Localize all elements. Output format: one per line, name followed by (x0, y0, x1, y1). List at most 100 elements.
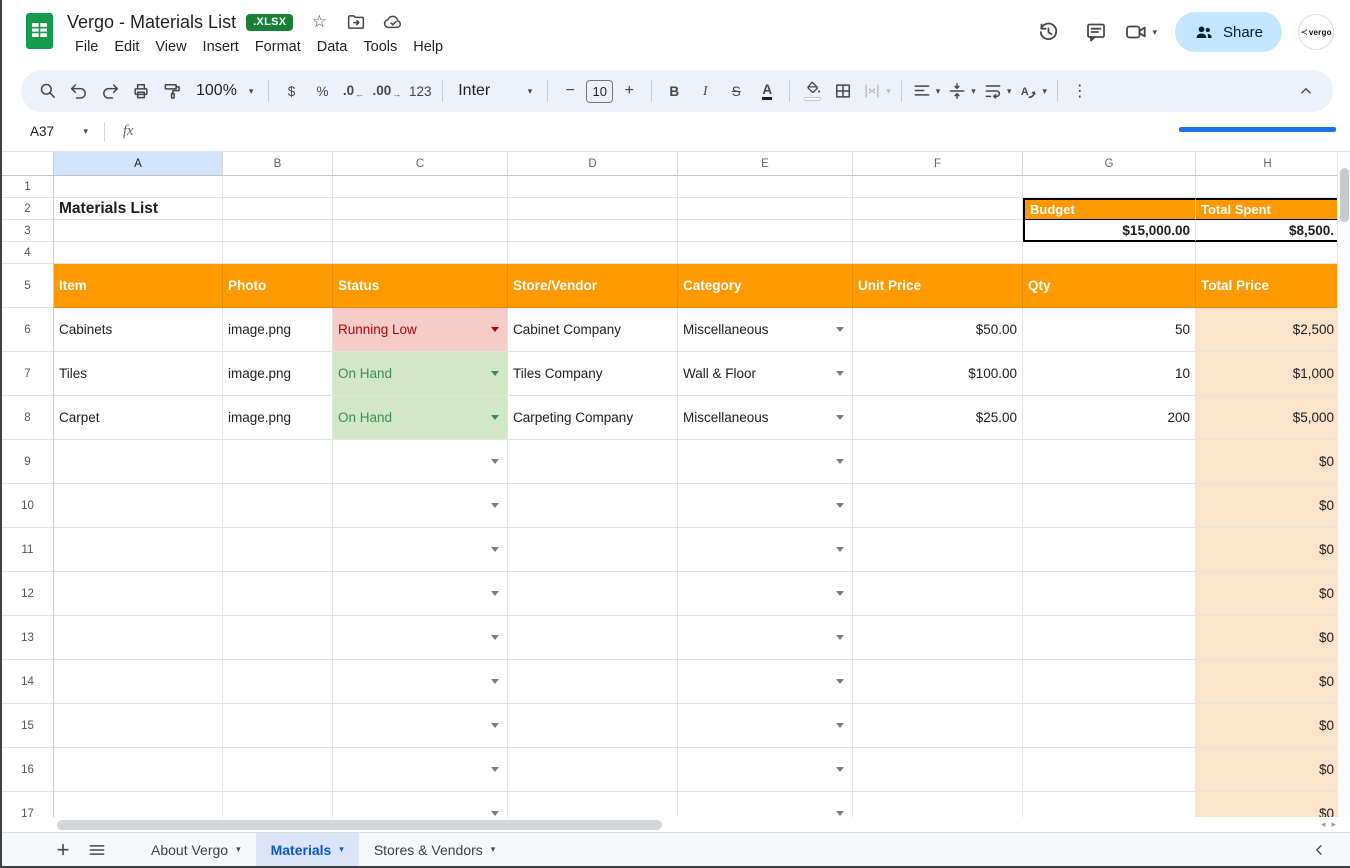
cell-F1[interactable] (853, 176, 1023, 198)
horizontal-scrollbar[interactable]: ◂ ▸ (2, 817, 1339, 832)
cell-H12[interactable]: $0 (1196, 572, 1339, 616)
cell-D7[interactable]: Tiles Company (508, 352, 678, 396)
cell-B2[interactable] (223, 198, 333, 220)
menu-item-data[interactable]: Data (309, 37, 356, 57)
cell-D6[interactable]: Cabinet Company (508, 308, 678, 352)
add-sheet-icon[interactable]: + (46, 833, 80, 867)
horizontal-scrollbar-thumb[interactable] (57, 820, 662, 830)
cell-H16[interactable]: $0 (1196, 748, 1339, 792)
cell-D13[interactable] (508, 616, 678, 660)
decrease-decimal-button[interactable]: .0← (338, 76, 368, 106)
meet-video-button[interactable]: ▾ (1124, 20, 1157, 44)
cell-G16[interactable] (1023, 748, 1196, 792)
cell-H8[interactable]: $5,000 (1196, 396, 1339, 440)
dropdown-arrow-icon[interactable] (491, 503, 499, 508)
increase-font-size-button[interactable]: + (614, 76, 644, 106)
cell-C4[interactable] (333, 242, 508, 264)
cell-H15[interactable]: $0 (1196, 704, 1339, 748)
cell-B3[interactable] (223, 220, 333, 242)
cell-B11[interactable] (223, 528, 333, 572)
cell-F10[interactable] (853, 484, 1023, 528)
dropdown-arrow-icon[interactable] (491, 767, 499, 772)
cell-A12[interactable] (54, 572, 223, 616)
cell-A16[interactable] (54, 748, 223, 792)
move-folder-icon[interactable] (345, 11, 367, 33)
menu-item-edit[interactable]: Edit (106, 37, 147, 57)
cell-E11[interactable] (678, 528, 853, 572)
dropdown-arrow-icon[interactable] (836, 811, 844, 816)
cell-F6[interactable]: $50.00 (853, 308, 1023, 352)
cell-E4[interactable] (678, 242, 853, 264)
account-avatar[interactable]: ≺ vergo (1298, 14, 1334, 50)
dropdown-arrow-icon[interactable] (491, 459, 499, 464)
cell-H4[interactable] (1196, 242, 1339, 264)
cell-D15[interactable] (508, 704, 678, 748)
cell-D17[interactable] (508, 792, 678, 817)
dropdown-arrow-icon[interactable] (836, 635, 844, 640)
dropdown-arrow-icon[interactable] (836, 503, 844, 508)
cell-G14[interactable] (1023, 660, 1196, 704)
vertical-align-icon[interactable]: ▾ (944, 76, 979, 106)
cell-G11[interactable] (1023, 528, 1196, 572)
row-header-15[interactable]: 15 (2, 704, 54, 748)
vertical-scrollbar-thumb[interactable] (1340, 168, 1349, 222)
row-header-7[interactable]: 7 (2, 352, 54, 396)
column-header-B[interactable]: B (223, 152, 333, 176)
row-header-11[interactable]: 11 (2, 528, 54, 572)
cell-A2[interactable]: Materials List (54, 198, 223, 220)
cell-C17[interactable] (333, 792, 508, 817)
cell-C8[interactable]: On Hand (333, 396, 508, 440)
cell-C3[interactable] (333, 220, 508, 242)
row-header-8[interactable]: 8 (2, 396, 54, 440)
cell-H7[interactable]: $1,000 (1196, 352, 1339, 396)
cell-H9[interactable]: $0 (1196, 440, 1339, 484)
cell-C14[interactable] (333, 660, 508, 704)
cell-C9[interactable] (333, 440, 508, 484)
menu-item-file[interactable]: File (67, 37, 106, 57)
cell-F11[interactable] (853, 528, 1023, 572)
format-currency-button[interactable]: $ (276, 76, 306, 106)
undo-icon[interactable] (64, 76, 94, 106)
dropdown-arrow-icon[interactable] (491, 547, 499, 552)
collapse-panel-icon[interactable] (1310, 841, 1328, 859)
cell-F3[interactable] (853, 220, 1023, 242)
sheet-tab-about-vergo[interactable]: About Vergo▾ (136, 833, 256, 866)
cell-D11[interactable] (508, 528, 678, 572)
dropdown-arrow-icon[interactable] (491, 635, 499, 640)
cell-B9[interactable] (223, 440, 333, 484)
horizontal-align-icon[interactable]: ▾ (909, 76, 944, 106)
cell-H3[interactable]: $8,500. (1196, 220, 1339, 242)
cell-A17[interactable] (54, 792, 223, 817)
cell-F5[interactable]: Unit Price (853, 264, 1023, 308)
formula-input[interactable] (133, 112, 1350, 151)
row-header-9[interactable]: 9 (2, 440, 54, 484)
cell-E9[interactable] (678, 440, 853, 484)
format-percent-button[interactable]: % (307, 76, 337, 106)
menu-item-format[interactable]: Format (247, 37, 309, 57)
cell-F8[interactable]: $25.00 (853, 396, 1023, 440)
decrease-font-size-button[interactable]: − (555, 76, 585, 106)
row-header-10[interactable]: 10 (2, 484, 54, 528)
cell-E17[interactable] (678, 792, 853, 817)
cell-C5[interactable]: Status (333, 264, 508, 308)
cloud-saved-icon[interactable] (382, 11, 404, 33)
zoom-control[interactable]: 100% ▾ (188, 76, 261, 106)
cell-F15[interactable] (853, 704, 1023, 748)
dropdown-arrow-icon[interactable] (836, 679, 844, 684)
cell-B5[interactable]: Photo (223, 264, 333, 308)
cell-A8[interactable]: Carpet (54, 396, 223, 440)
cell-A14[interactable] (54, 660, 223, 704)
cell-A5[interactable]: Item (54, 264, 223, 308)
print-icon[interactable] (126, 76, 156, 106)
cell-A3[interactable] (54, 220, 223, 242)
cell-G4[interactable] (1023, 242, 1196, 264)
row-header-14[interactable]: 14 (2, 660, 54, 704)
cell-E5[interactable]: Category (678, 264, 853, 308)
dropdown-arrow-icon[interactable] (836, 371, 844, 376)
cell-B13[interactable] (223, 616, 333, 660)
row-header-12[interactable]: 12 (2, 572, 54, 616)
cell-C10[interactable] (333, 484, 508, 528)
paint-format-icon[interactable] (157, 76, 187, 106)
number-format-button[interactable]: 123 (405, 76, 435, 106)
vertical-scrollbar[interactable] (1337, 152, 1350, 817)
